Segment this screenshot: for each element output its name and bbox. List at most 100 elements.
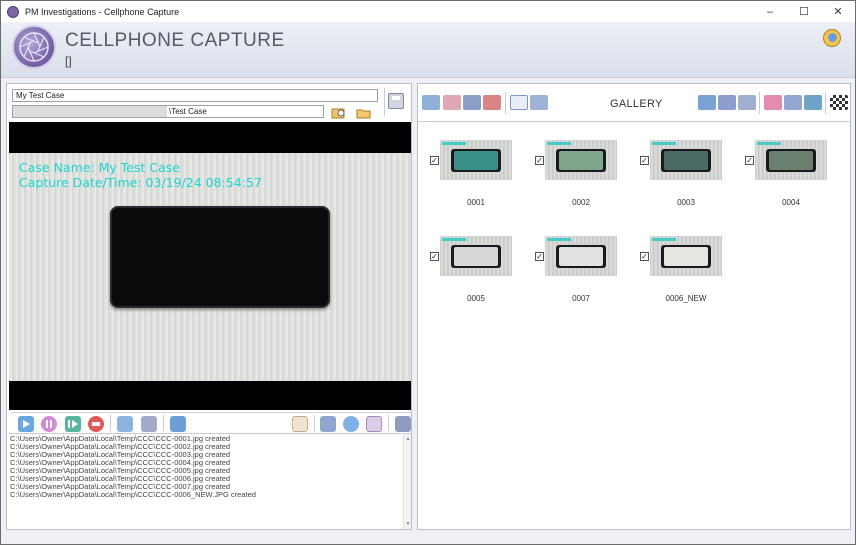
item-checkbox[interactable]: ✓: [535, 252, 544, 261]
app-subtitle: []: [65, 54, 72, 68]
pause-icon[interactable]: [41, 416, 57, 432]
gallery-item-0007[interactable]: ✓ 0007: [535, 236, 625, 312]
divider: [505, 92, 506, 114]
sliders-icon[interactable]: [738, 95, 756, 110]
help-icon[interactable]: [823, 29, 841, 47]
thumb-screen: [664, 247, 708, 266]
thumb-phone: [661, 149, 711, 172]
log-scrollbar[interactable]: ▲ ▼: [403, 434, 411, 529]
video-icon[interactable]: [170, 416, 186, 432]
print-icon[interactable]: [463, 95, 481, 110]
save-icon[interactable]: [388, 93, 404, 109]
divider: [388, 415, 389, 431]
thumb-overlay-text: [547, 238, 571, 241]
image-icon[interactable]: [422, 95, 440, 110]
gallery-item-0002[interactable]: ✓ 0002: [535, 140, 625, 216]
thumb-phone: [556, 149, 606, 172]
comment-icon[interactable]: [343, 416, 359, 432]
item-thumbnail[interactable]: [440, 236, 512, 276]
app-window: PM Investigations - Cellphone Capture – …: [0, 0, 856, 545]
minimize-button[interactable]: –: [753, 1, 787, 22]
thumb-phone: [451, 245, 501, 268]
item-checkbox[interactable]: ✓: [535, 156, 544, 165]
image-settings-icon[interactable]: [530, 95, 548, 110]
case-path-text: \Test Case: [169, 107, 207, 116]
divider: [759, 92, 760, 114]
search-folder-button[interactable]: [331, 106, 347, 119]
divider: [384, 88, 385, 116]
item-checkbox[interactable]: ✓: [430, 156, 439, 165]
scroll-down-icon[interactable]: ▼: [405, 520, 411, 528]
checkered-flag-icon[interactable]: [830, 95, 848, 110]
eraser-icon[interactable]: [764, 95, 782, 110]
app-header: CELLPHONE CAPTURE []: [1, 22, 855, 78]
phone-in-frame: [110, 206, 330, 308]
item-checkbox[interactable]: ✓: [640, 156, 649, 165]
activity-log[interactable]: C:\Users\Owner\AppData\Local\Temp\CCC\CC…: [9, 433, 411, 529]
camera-preview: Case Name: My Test Case Capture Date/Tim…: [9, 122, 411, 410]
stop-icon[interactable]: [88, 416, 104, 432]
camera-icon[interactable]: [141, 416, 157, 432]
thumb-screen: [559, 247, 603, 266]
play-icon[interactable]: [18, 416, 34, 432]
item-thumbnail[interactable]: [755, 140, 827, 180]
item-thumbnail[interactable]: [650, 140, 722, 180]
item-thumbnail[interactable]: [545, 236, 617, 276]
item-thumbnail[interactable]: [545, 140, 617, 180]
thumb-overlay-text: [442, 238, 466, 241]
redacted-path: [13, 106, 167, 117]
thumb-phone: [556, 245, 606, 268]
item-checkbox[interactable]: ✓: [430, 252, 439, 261]
gallery-item-0001[interactable]: ✓ 0001: [430, 140, 520, 216]
gallery-toolbar: GALLERY: [418, 84, 850, 122]
frame-icon[interactable]: [366, 416, 382, 432]
item-thumbnail[interactable]: [440, 140, 512, 180]
item-label: 0004: [782, 198, 800, 207]
item-checkbox[interactable]: ✓: [745, 156, 754, 165]
remove-image-icon[interactable]: [784, 95, 802, 110]
open-folder-button[interactable]: [356, 106, 372, 119]
case-name-field[interactable]: My Test Case: [12, 89, 378, 102]
capture-frame-icon[interactable]: [117, 416, 133, 432]
title-bar: PM Investigations - Cellphone Capture – …: [1, 1, 855, 22]
close-button[interactable]: ✕: [821, 1, 855, 22]
tray-icon[interactable]: [443, 95, 461, 110]
item-label: 0007: [572, 294, 590, 303]
text-overlay-icon[interactable]: [510, 95, 528, 110]
gallery-title: GALLERY: [610, 98, 663, 110]
overlay-case-name: Case Name: My Test Case: [19, 160, 180, 175]
camera-shutter-logo-icon: [12, 25, 56, 69]
gallery-item-0005[interactable]: ✓ 0005: [430, 236, 520, 312]
gallery-item-0004[interactable]: ✓ 0004: [745, 140, 835, 216]
report-icon[interactable]: [292, 416, 308, 432]
item-checkbox[interactable]: ✓: [640, 252, 649, 261]
thumb-screen: [769, 151, 813, 170]
maximize-button[interactable]: ☐: [787, 1, 821, 22]
divider: [163, 415, 164, 431]
thumb-overlay-text: [652, 238, 676, 241]
thumb-screen: [454, 151, 498, 170]
window-icon[interactable]: [395, 416, 411, 432]
item-thumbnail[interactable]: [650, 236, 722, 276]
capture-panel: My Test Case \Test Case Case Name: My Te…: [6, 83, 412, 530]
select-all-icon[interactable]: [698, 95, 716, 110]
overlay-capture-date: Capture Date/Time: 03/19/24 08:54:57: [19, 175, 262, 190]
gallery-item-0003[interactable]: ✓ 0003: [640, 140, 730, 216]
image-edit-icon[interactable]: [320, 416, 336, 432]
gallery-item-0006-new[interactable]: ✓ 0006_NEW: [640, 236, 730, 312]
window-title: PM Investigations - Cellphone Capture: [25, 6, 180, 17]
step-forward-icon[interactable]: [65, 416, 81, 432]
scroll-up-icon[interactable]: ▲: [405, 435, 411, 443]
case-path-field[interactable]: \Test Case: [12, 105, 324, 118]
monitor-icon[interactable]: [718, 95, 736, 110]
divider: [314, 415, 315, 431]
landscape-icon[interactable]: [804, 95, 822, 110]
thumb-overlay-text: [757, 142, 781, 145]
thumb-phone: [451, 149, 501, 172]
log-line: C:\Users\Owner\AppData\Local\Temp\CCC\CC…: [10, 490, 256, 499]
thumb-screen: [664, 151, 708, 170]
download-icon[interactable]: [483, 95, 501, 110]
thumb-overlay-text: [652, 142, 676, 145]
thumb-screen: [559, 151, 603, 170]
item-label: 0005: [467, 294, 485, 303]
